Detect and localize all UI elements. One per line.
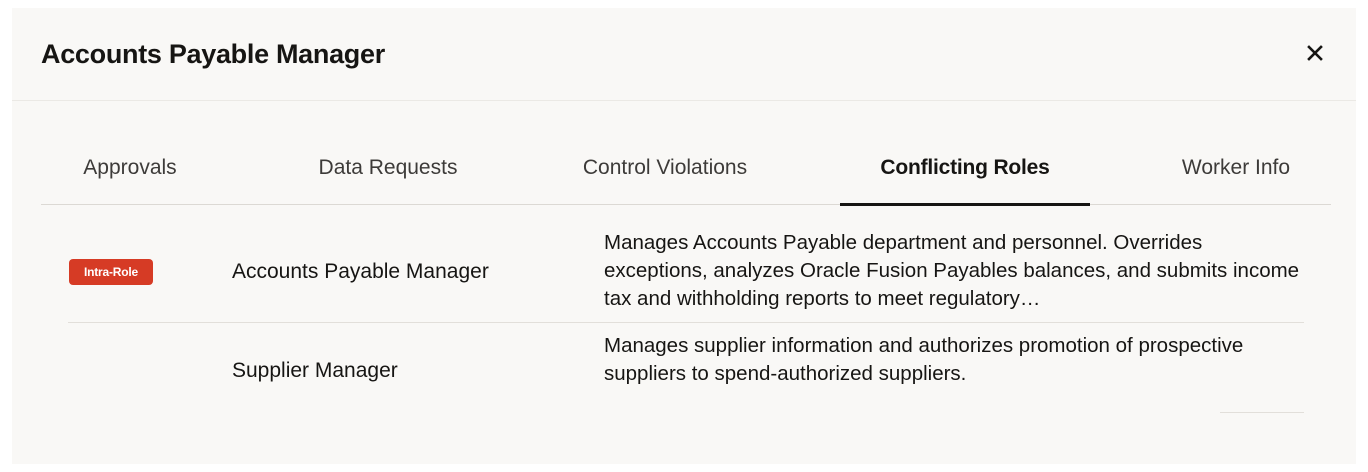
list-item: Intra-Role Accounts Payable Manager Mana…: [68, 226, 1304, 323]
tab-label: Data Requests: [318, 156, 458, 179]
tab-conflicting-roles[interactable]: Conflicting Roles: [840, 134, 1090, 206]
divider: [1220, 412, 1304, 413]
dialog-title: Accounts Payable Manager: [41, 39, 385, 69]
tab-label: Control Violations: [582, 156, 748, 179]
tab-control-violations[interactable]: Control Violations: [555, 134, 775, 204]
tab-label: Worker Info: [1181, 156, 1291, 179]
tab-worker-info[interactable]: Worker Info: [1161, 134, 1311, 204]
role-name: Supplier Manager: [232, 359, 398, 382]
dialog-header: Accounts Payable Manager: [12, 8, 1356, 101]
close-button[interactable]: [1302, 40, 1328, 66]
tab-label: Conflicting Roles: [880, 156, 1050, 179]
tab-bar: Approvals Data Requests Control Violatio…: [41, 134, 1331, 206]
conflicting-roles-list: Intra-Role Accounts Payable Manager Mana…: [68, 226, 1304, 413]
tab-data-requests[interactable]: Data Requests: [288, 134, 488, 204]
tab-approvals[interactable]: Approvals: [41, 134, 219, 204]
tab-label: Approvals: [83, 156, 177, 179]
list-item: Supplier Manager Manages supplier inform…: [68, 323, 1304, 413]
role-description: Manages supplier information and authori…: [604, 334, 1244, 385]
role-description: Manages Accounts Payable department and …: [604, 231, 1300, 310]
intra-role-badge: Intra-Role: [69, 259, 153, 285]
role-details-dialog: Accounts Payable Manager Approvals Data …: [12, 8, 1356, 464]
role-name: Accounts Payable Manager: [232, 260, 489, 283]
close-icon: [1306, 44, 1324, 62]
